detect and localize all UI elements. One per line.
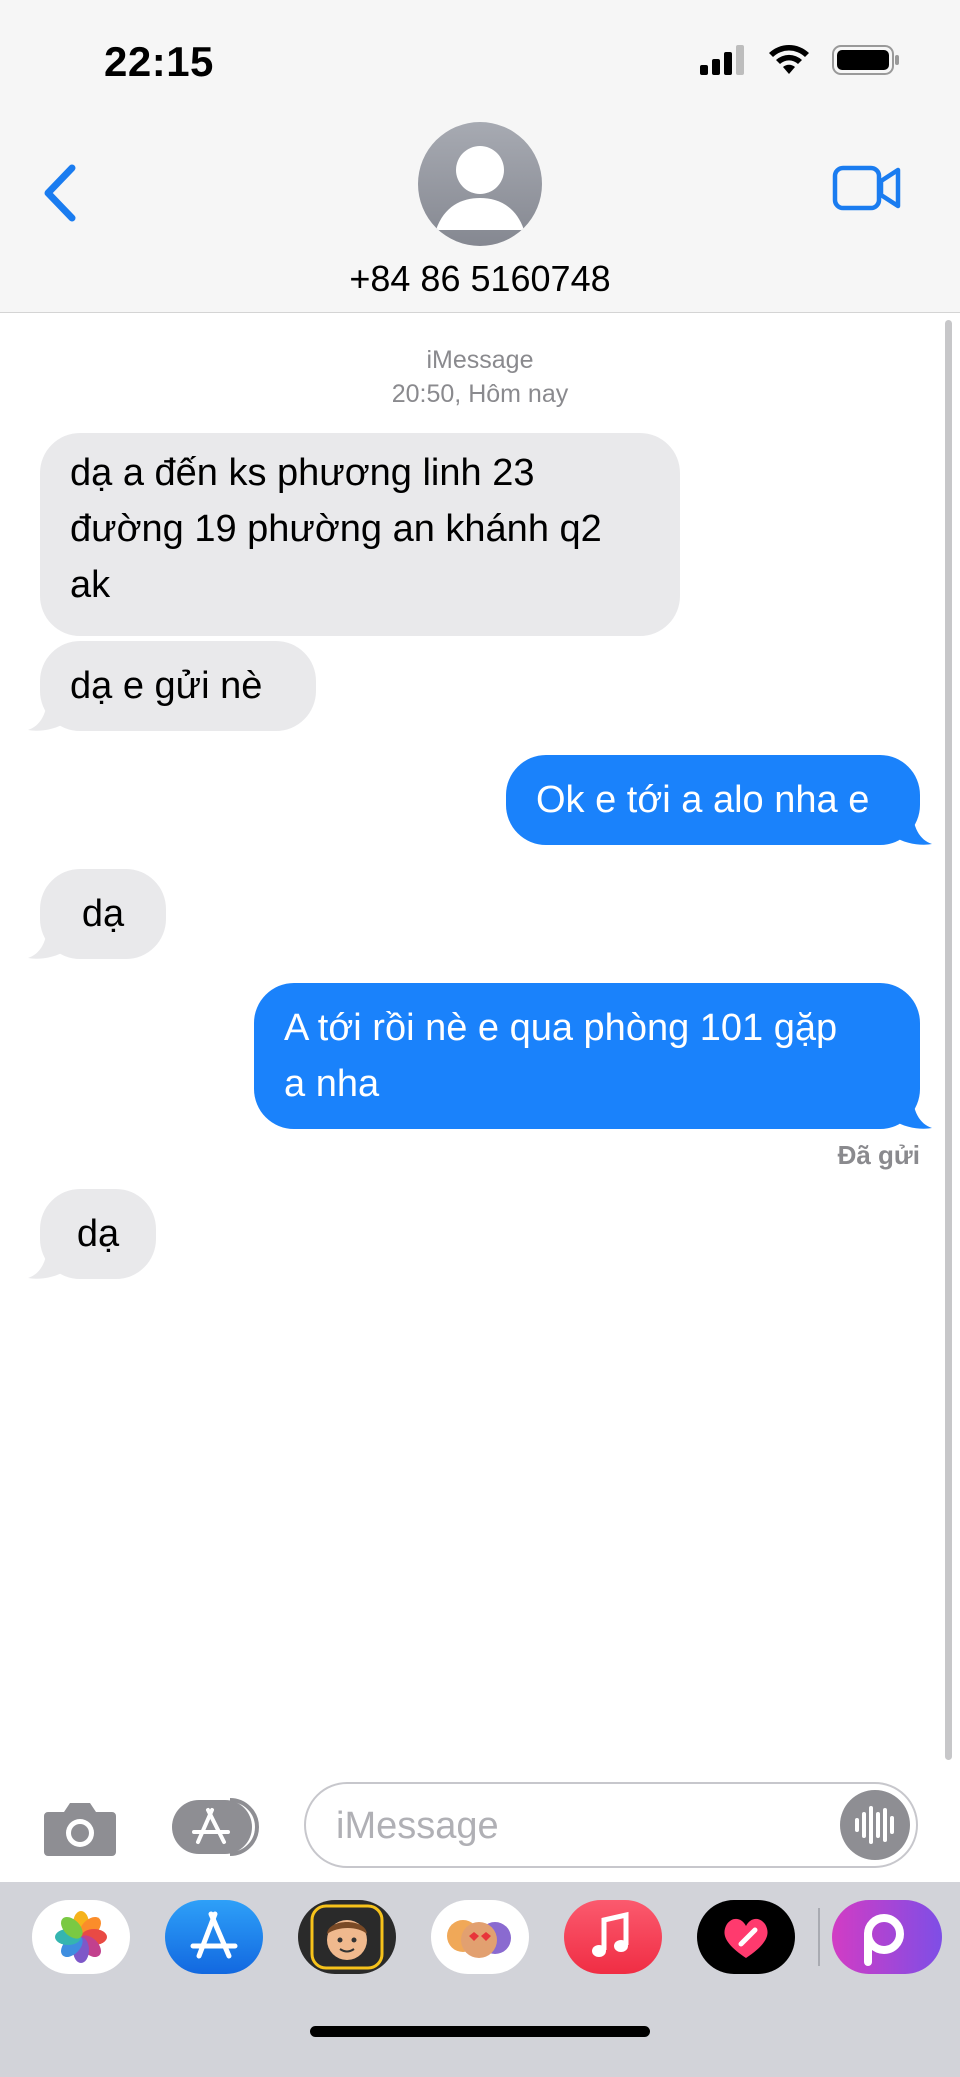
conversation-timestamp: 20:50, Hôm nay bbox=[391, 380, 569, 408]
facetime-video-icon[interactable] bbox=[832, 162, 902, 214]
message-text-line: a nha bbox=[284, 1063, 380, 1105]
outgoing-message-bubble[interactable]: A tới rồi nè e qua phòng 101 gặp a nha bbox=[254, 983, 920, 1129]
message-input[interactable] bbox=[334, 1800, 838, 1852]
contact-name[interactable]: +84 86 5160748 bbox=[0, 258, 960, 300]
app-store-icon bbox=[190, 1911, 238, 1959]
message-text-line: đường 19 phường an khánh q2 bbox=[70, 508, 602, 550]
memoji-app-icon[interactable] bbox=[298, 1900, 396, 1974]
back-chevron-icon[interactable] bbox=[36, 158, 86, 228]
wifi-icon bbox=[769, 45, 809, 74]
waveform-icon bbox=[855, 1806, 894, 1844]
app-store-apps-icon[interactable] bbox=[170, 1796, 262, 1858]
battery-icon bbox=[832, 45, 899, 75]
app-store-app-icon[interactable] bbox=[165, 1900, 263, 1974]
bubble-tail bbox=[28, 690, 66, 731]
memoji-icon bbox=[310, 1904, 384, 1970]
camera-icon[interactable] bbox=[42, 1798, 118, 1858]
app-drawer-divider bbox=[818, 1908, 820, 1966]
contact-avatar[interactable] bbox=[418, 122, 542, 246]
cellular-signal-icon bbox=[700, 45, 744, 75]
message-text-line: dạ a đến ks phương linh 23 bbox=[70, 452, 535, 494]
status-icons bbox=[700, 44, 900, 76]
photos-app-icon[interactable] bbox=[32, 1900, 130, 1974]
music-app-icon[interactable] bbox=[564, 1900, 662, 1974]
scrollbar[interactable] bbox=[945, 320, 952, 1760]
music-note-icon bbox=[592, 1911, 629, 1957]
outgoing-message-bubble[interactable]: Ok e tới a alo nha e bbox=[506, 755, 920, 845]
picsart-icon bbox=[864, 1914, 904, 1966]
app-drawer bbox=[0, 1882, 960, 2077]
service-label: iMessage bbox=[426, 346, 534, 374]
animoji-icon bbox=[447, 1920, 511, 1958]
message-composer bbox=[0, 1770, 960, 1880]
bubble-tail bbox=[894, 804, 932, 845]
message-text-line: Ok e tới a alo nha e bbox=[536, 779, 870, 821]
audio-message-button[interactable] bbox=[840, 1790, 910, 1860]
bubble-tail bbox=[894, 1088, 932, 1129]
message-input-field[interactable] bbox=[304, 1782, 918, 1868]
picsart-app-icon[interactable] bbox=[832, 1900, 942, 1974]
message-text-line: ak bbox=[70, 564, 111, 606]
incoming-message-bubble[interactable]: dạ a đến ks phương linh 23 đường 19 phườ… bbox=[40, 433, 680, 636]
status-time: 22:15 bbox=[104, 38, 214, 85]
message-text-line: A tới rồi nè e qua phòng 101 gặp bbox=[284, 1007, 838, 1049]
message-text-line: dạ e gửi nè bbox=[70, 665, 263, 707]
fitness-heart-app-icon[interactable] bbox=[697, 1900, 795, 1974]
person-silhouette-icon bbox=[436, 146, 524, 230]
animoji-stickers-app-icon[interactable] bbox=[431, 1900, 529, 1974]
status-bar: 22:15 bbox=[0, 0, 960, 120]
bubble-tail bbox=[28, 1238, 66, 1279]
photos-icon bbox=[55, 1911, 107, 1963]
delivery-status: Đã gửi bbox=[837, 1140, 920, 1170]
bubble-tail bbox=[28, 918, 66, 959]
heart-icon bbox=[724, 1918, 768, 1958]
incoming-message-bubble[interactable]: dạ e gửi nè bbox=[40, 641, 316, 731]
conversation-header: +84 86 5160748 bbox=[0, 120, 960, 313]
home-indicator[interactable] bbox=[310, 2026, 650, 2037]
